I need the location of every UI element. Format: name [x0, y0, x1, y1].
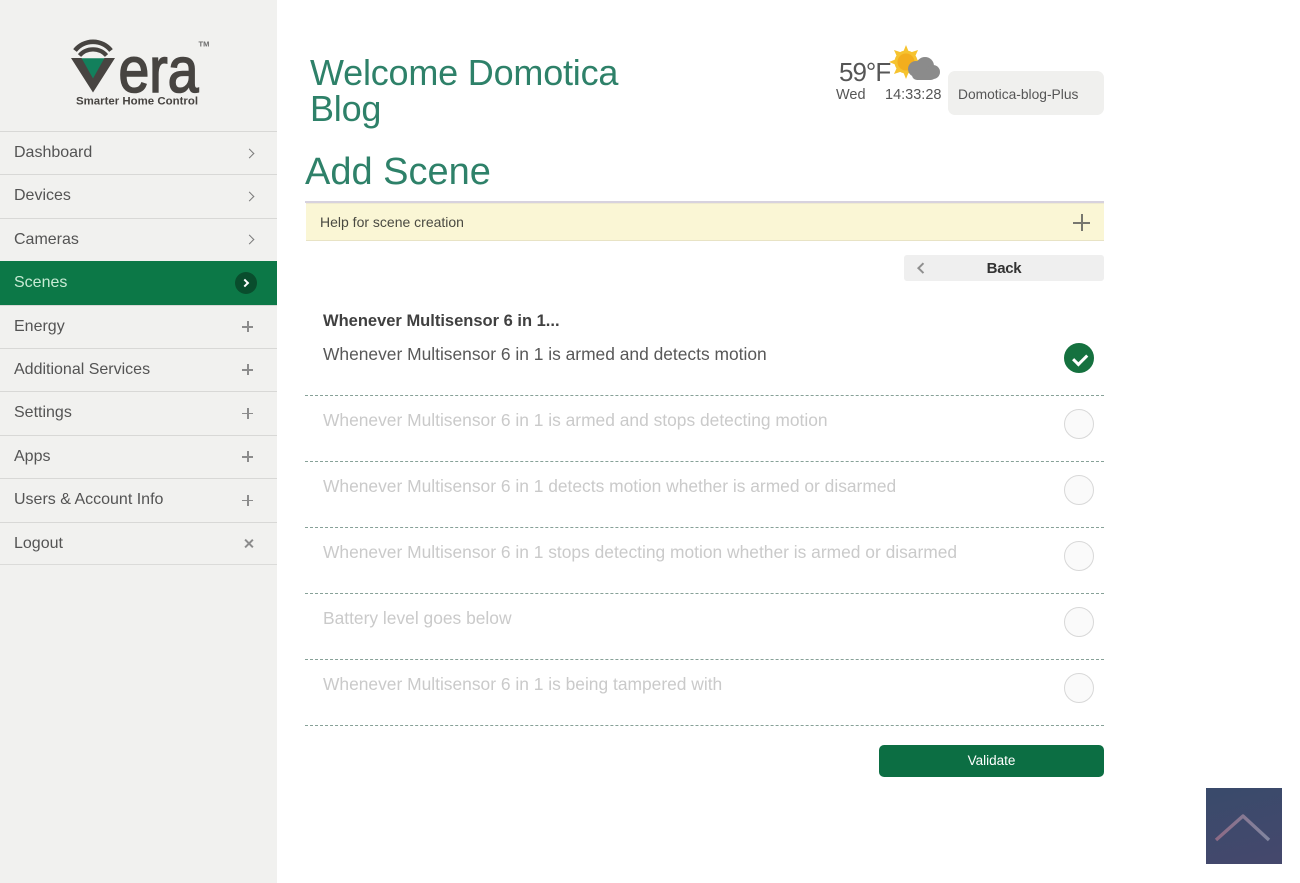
svg-text:TM: TM	[199, 40, 210, 49]
svg-text:Smarter Home Control: Smarter Home Control	[76, 96, 198, 108]
